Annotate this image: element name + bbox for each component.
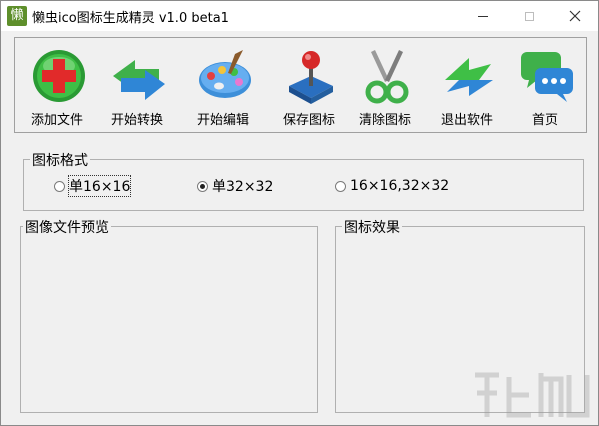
add-file-icon: [33, 50, 85, 102]
icon-format-group: 图标格式 单16×16 单32×32 16×16,32×32: [23, 150, 584, 211]
maximize-button[interactable]: [506, 1, 552, 31]
home-button[interactable]: 首页: [509, 46, 581, 128]
paint-palette-icon: [199, 50, 251, 98]
app-icon-glyph: 懒: [10, 8, 24, 23]
image-preview-title: 图像文件预览: [23, 217, 111, 237]
add-file-button[interactable]: 添加文件: [21, 46, 93, 128]
toolbar: 添加文件 开始转换 开始编辑 保存图标 清除图标 退出软件 首页: [14, 37, 587, 133]
radio-32-circle[interactable]: [197, 180, 208, 192]
clear-icon-button[interactable]: 清除图标: [349, 46, 421, 128]
exit-label: 退出软件: [440, 113, 493, 128]
radio-option-32[interactable]: 单32×32: [197, 176, 273, 196]
radio-16-circle[interactable]: [54, 180, 65, 192]
minimize-button[interactable]: [460, 1, 506, 31]
chat-bubble-icon: [521, 52, 573, 102]
window-title: 懒虫ico图标生成精灵 v1.0 beta1: [32, 11, 229, 26]
exit-arrow-icon: [445, 58, 493, 96]
icon-effect-title: 图标效果: [342, 217, 402, 237]
app-icon: 懒: [7, 6, 27, 26]
maximize-icon: [524, 11, 534, 21]
image-preview-group: 图像文件预览: [20, 217, 318, 413]
convert-button[interactable]: 开始转换: [101, 46, 173, 128]
edit-button[interactable]: 开始编辑: [187, 46, 259, 128]
clear-icon-label: 清除图标: [358, 113, 411, 128]
convert-arrows-icon: [113, 60, 165, 100]
exit-button[interactable]: 退出软件: [431, 46, 503, 128]
radio-16-32-circle[interactable]: [335, 180, 346, 192]
watermark-logo: [475, 372, 590, 418]
save-icon-button[interactable]: 保存图标: [273, 46, 345, 128]
save-icon-label: 保存图标: [282, 113, 335, 128]
radio-16-32-label: 16×16,32×32: [350, 178, 450, 194]
minimize-icon: [478, 15, 488, 17]
edit-label: 开始编辑: [196, 113, 249, 128]
radio-16-label: 单16×16: [67, 175, 132, 197]
radio-32-label: 单32×32: [212, 179, 274, 195]
close-button[interactable]: [552, 1, 598, 31]
title-bar[interactable]: 懒 懒虫ico图标生成精灵 v1.0 beta1: [1, 1, 598, 31]
app-window: 懒 懒虫ico图标生成精灵 v1.0 beta1 添加文件 开始转换 开始编辑 …: [0, 0, 599, 426]
close-icon: [569, 10, 581, 22]
radio-option-16-32[interactable]: 16×16,32×32: [335, 176, 449, 196]
radio-option-16[interactable]: 单16×16: [54, 175, 132, 197]
scissors-icon: [365, 50, 409, 104]
convert-label: 开始转换: [110, 113, 163, 128]
add-file-label: 添加文件: [30, 113, 83, 128]
joystick-icon: [289, 51, 333, 104]
home-label: 首页: [531, 113, 558, 128]
icon-format-title: 图标格式: [30, 150, 90, 170]
